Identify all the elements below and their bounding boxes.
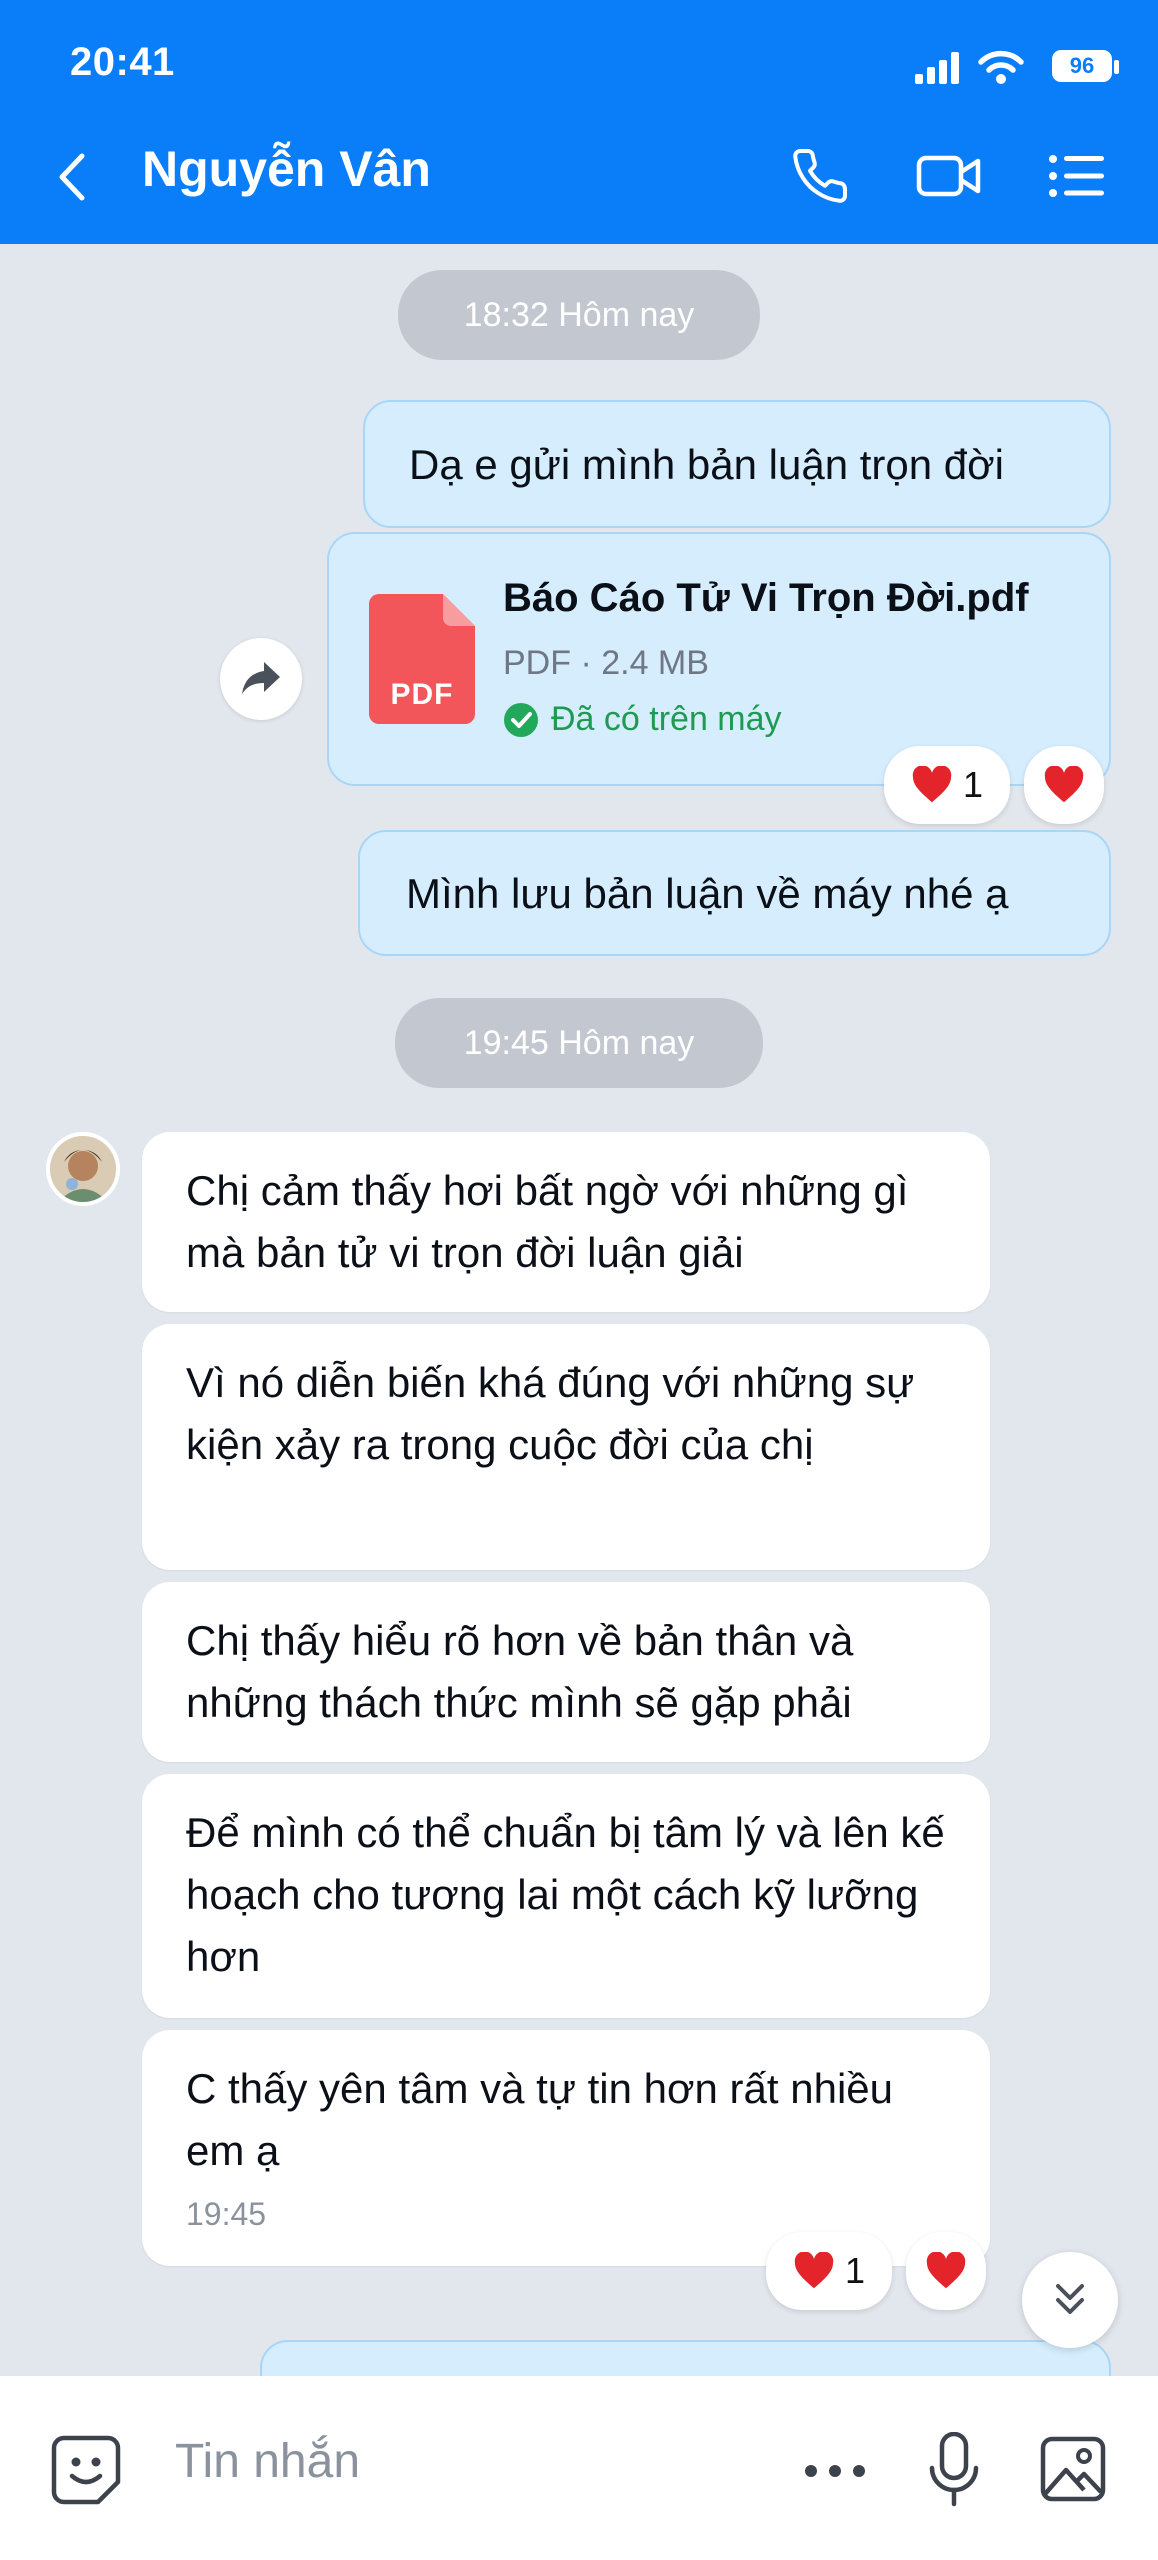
message-input[interactable]: Tin nhắn [175, 2434, 360, 2489]
message-text: C thấy yên tâm và tự tin hơn rất nhiều e… [186, 2065, 894, 2174]
forward-button[interactable] [220, 638, 302, 720]
message-text: Mình lưu bản luận về máy nhé ạ [406, 870, 1009, 917]
outgoing-message[interactable]: Mình lưu bản luận về máy nhé ạ [358, 830, 1111, 956]
battery-indicator: 96 [1052, 50, 1112, 82]
avatar[interactable] [46, 1132, 120, 1206]
wifi-icon [978, 50, 1024, 84]
video-call-icon[interactable] [916, 152, 982, 200]
cellular-signal-icon [915, 52, 959, 84]
message-composer: Tin nhắn [0, 2376, 1158, 2560]
file-attachment-message[interactable]: PDF Báo Cáo Tử Vi Trọn Đời.pdf PDF · 2.4… [327, 532, 1111, 786]
time-divider: 18:32 Hôm nay [398, 270, 760, 360]
message-text: Chị thấy hiểu rõ hơn về bản thân và nhữn… [186, 1617, 854, 1726]
more-options-icon[interactable] [804, 2464, 866, 2478]
incoming-message[interactable]: Chị thấy hiểu rõ hơn về bản thân và nhữn… [142, 1582, 990, 1762]
sticker-emoji-icon[interactable] [50, 2434, 122, 2506]
battery-tip [1114, 60, 1119, 74]
image-gallery-icon[interactable] [1040, 2436, 1106, 2502]
react-heart-button[interactable] [1024, 746, 1104, 824]
menu-list-icon[interactable] [1048, 154, 1106, 198]
file-meta: PDF · 2.4 MB [503, 644, 709, 682]
contact-name[interactable]: Nguyễn Vân [142, 140, 431, 198]
outgoing-message[interactable]: Dạ e gửi mình bản luận trọn đời [363, 400, 1111, 528]
phone-call-icon[interactable] [790, 146, 850, 206]
heart-icon [926, 2252, 966, 2289]
message-text: Vì nó diễn biến khá đúng với những sự ki… [186, 1359, 915, 1468]
time-divider: 19:45 Hôm nay [395, 998, 763, 1088]
message-text: Để mình có thể chuẩn bị tâm lý và lên kế… [186, 1809, 945, 1980]
chat-header: 20:41 96 Nguyễn Vân [0, 0, 1158, 244]
pdf-file-icon: PDF [369, 594, 475, 724]
heart-icon [794, 2252, 834, 2289]
message-text: Chị cảm thấy hơi bất ngờ với những gì mà… [186, 1167, 909, 1276]
message-timestamp: 19:45 [186, 2196, 267, 2232]
avatar-image [50, 1136, 116, 1202]
message-text: Dạ e gửi mình bản luận trọn đời [409, 441, 1004, 488]
incoming-message[interactable]: Vì nó diễn biến khá đúng với những sự ki… [142, 1324, 990, 1570]
heart-icon [912, 766, 952, 803]
reaction-count: 1 [844, 2250, 866, 2291]
microphone-icon[interactable] [928, 2432, 980, 2508]
incoming-message[interactable]: Chị cảm thấy hơi bất ngờ với những gì mà… [142, 1132, 990, 1312]
heart-icon [1044, 766, 1084, 803]
share-arrow-icon [242, 662, 280, 694]
status-time: 20:41 [70, 40, 175, 84]
back-chevron-icon[interactable] [56, 152, 90, 202]
double-chevron-down-icon [1056, 2284, 1084, 2314]
pdf-icon-label: PDF [390, 678, 454, 711]
scroll-to-bottom-button[interactable] [1022, 2252, 1118, 2348]
react-heart-button[interactable] [906, 2232, 986, 2310]
downloaded-check-icon [504, 703, 538, 737]
reaction-summary[interactable]: 1 [766, 2232, 892, 2310]
file-name: Báo Cáo Tử Vi Trọn Đời.pdf [503, 576, 1029, 620]
reaction-count: 1 [962, 764, 984, 805]
file-status: Đã có trên máy [551, 700, 782, 738]
reaction-summary[interactable]: 1 [884, 746, 1010, 824]
incoming-message[interactable]: Để mình có thể chuẩn bị tâm lý và lên kế… [142, 1774, 990, 2018]
incoming-message[interactable]: C thấy yên tâm và tự tin hơn rất nhiều e… [142, 2030, 990, 2266]
